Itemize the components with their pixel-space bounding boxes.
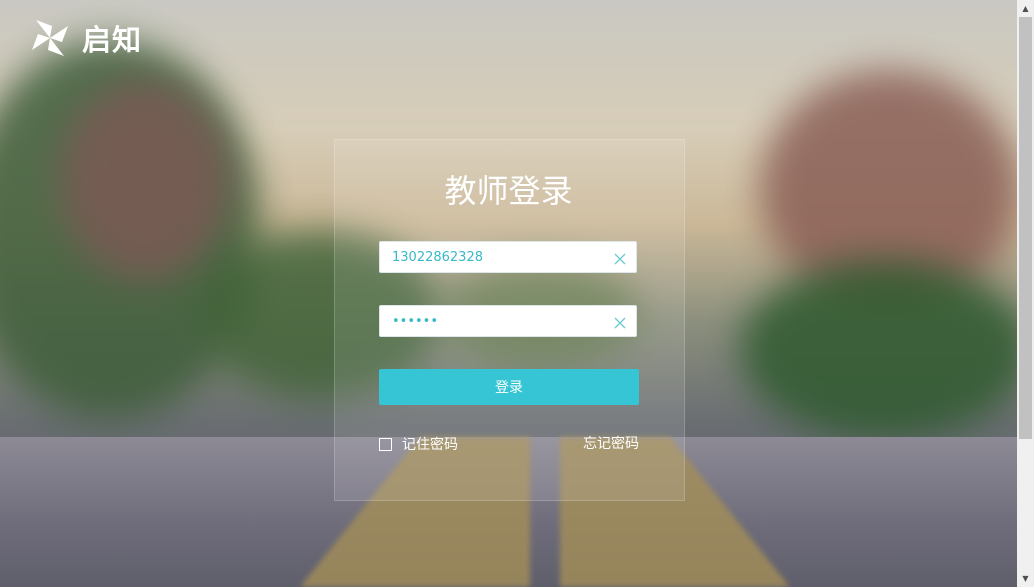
remember-password[interactable]: 记住密码: [379, 434, 458, 454]
brand-logo: 启知: [28, 16, 142, 60]
remember-label: 记住密码: [402, 437, 458, 453]
forgot-password-link[interactable]: 忘记密码: [583, 433, 639, 453]
password-field: [379, 305, 637, 337]
scroll-down-arrow-icon[interactable]: ▼: [1017, 570, 1034, 587]
username-field: [379, 241, 637, 273]
remember-checkbox[interactable]: [379, 437, 392, 451]
brand-name: 启知: [82, 23, 143, 57]
pinwheel-icon: [28, 16, 72, 60]
page-title: 教师登录: [444, 172, 573, 210]
scroll-up-arrow-icon[interactable]: ▲: [1017, 0, 1034, 17]
scrollbar-thumb[interactable]: [1019, 17, 1032, 439]
vertical-scrollbar[interactable]: ▲ ▼: [1017, 0, 1034, 587]
clear-username-icon[interactable]: [613, 251, 627, 265]
clear-password-icon[interactable]: [613, 315, 627, 329]
username-input[interactable]: [392, 242, 602, 272]
password-input[interactable]: [392, 306, 602, 336]
login-button[interactable]: 登录: [379, 369, 639, 405]
